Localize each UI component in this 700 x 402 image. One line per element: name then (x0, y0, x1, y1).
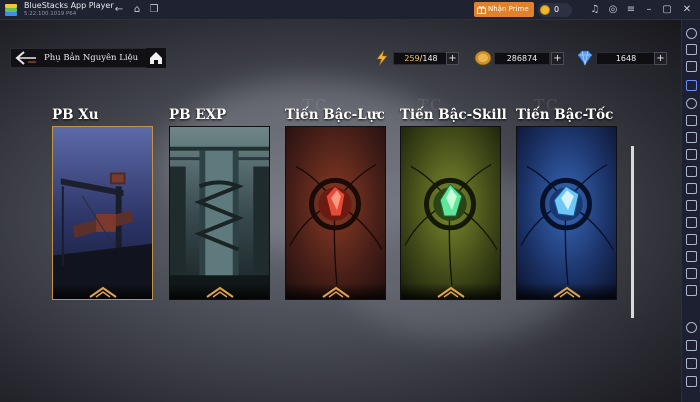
card-frame (52, 126, 153, 300)
card-art-tower (170, 127, 269, 299)
title-bar: BlueStacks App Player 5.22.100.1019 P64 … (0, 0, 700, 28)
dungeon-card-power[interactable]: TC Tiến Bậc-Lực (285, 96, 386, 300)
card-frame (400, 126, 501, 300)
lightning-icon (376, 49, 388, 67)
multi-instance-icon[interactable] (686, 217, 697, 228)
dungeon-card-coin[interactable]: PB Xu (52, 104, 153, 300)
media-folder-icon[interactable] (686, 166, 697, 177)
card-art-green-crystal (401, 127, 500, 299)
card-title: PB EXP (169, 107, 227, 123)
coin-balance[interactable]: 0 (538, 3, 572, 17)
coin-count: 0 (554, 5, 560, 14)
close-icon[interactable]: ✕ (678, 0, 696, 20)
sidebar-toggle-icon[interactable] (686, 61, 697, 72)
gift-icon (477, 6, 486, 14)
energy-current: 259 (404, 54, 420, 63)
chevron-up-icon (89, 286, 117, 298)
chevron-up-icon (437, 286, 465, 298)
sidebar-recent-icon[interactable] (686, 376, 697, 387)
home-button-icon[interactable] (146, 48, 166, 68)
energy-max: /148 (419, 54, 438, 63)
card-frame (285, 126, 386, 300)
coin-icon (540, 5, 550, 15)
card-art-red-crystal (286, 127, 385, 299)
sidebar-home-icon[interactable] (686, 358, 697, 369)
bluestacks-logo-icon (5, 4, 17, 16)
volume-icon[interactable] (686, 115, 697, 126)
settings-icon[interactable] (686, 44, 697, 55)
app-name: BlueStacks App Player (24, 1, 114, 10)
menu-icon[interactable]: ≡ (622, 0, 640, 20)
diamond-resource: 1648 + (576, 47, 668, 69)
card-title: Tiến Bậc-Tốc (516, 107, 614, 123)
chevron-up-icon (553, 286, 581, 298)
energy-resource: 259/148 + (373, 47, 459, 69)
sync-icon[interactable] (686, 98, 697, 109)
minimize-icon[interactable]: – (640, 0, 658, 20)
app-version: 5.22.100.1019 P64 (24, 11, 77, 17)
card-art-crane (53, 127, 152, 299)
dungeon-card-skill[interactable]: TC Tiến Bậc-Skill (400, 96, 507, 300)
game-screen: Phụ Bản Nguyên Liệu 259/148 + 286874 + 1… (0, 20, 681, 402)
gold-value: 286874 (506, 54, 538, 63)
card-title: Tiến Bậc-Skill (400, 107, 507, 123)
card-title: Tiến Bậc-Lực (285, 107, 385, 123)
card-frame (169, 126, 270, 300)
add-energy-button[interactable]: + (446, 52, 459, 65)
card-art-blue-crystal (517, 127, 616, 299)
game-controls-icon[interactable] (686, 80, 697, 91)
help-icon[interactable] (686, 28, 697, 39)
card-title: PB Xu (52, 107, 99, 123)
sidebar-back-icon[interactable] (686, 340, 697, 351)
back-nav-icon[interactable]: ← (112, 3, 126, 17)
dungeon-card-speed[interactable]: TC Tiến Bậc-Tốc (516, 96, 617, 300)
scroll-indicator[interactable] (631, 146, 634, 318)
account-icon[interactable]: ◎ (604, 0, 622, 20)
gold-resource: 286874 + (474, 47, 564, 69)
chevron-up-icon (322, 286, 350, 298)
eco-mode-icon[interactable] (686, 234, 697, 245)
diamond-value: 1648 (615, 54, 637, 63)
page-title: Phụ Bản Nguyên Liệu (44, 53, 139, 63)
back-button[interactable]: Phụ Bản Nguyên Liệu (10, 48, 166, 68)
sidebar-settings-icon[interactable] (686, 322, 697, 333)
diamond-icon (577, 50, 593, 66)
rotate-icon[interactable] (686, 251, 697, 262)
location-icon[interactable] (686, 285, 697, 296)
add-gold-button[interactable]: + (551, 52, 564, 65)
shake-icon[interactable] (686, 268, 697, 279)
screenshot-icon[interactable] (686, 149, 697, 160)
record-icon[interactable] (686, 183, 697, 194)
bluestacks-sidebar (681, 20, 700, 402)
back-arrow-icon (15, 51, 36, 65)
notification-icon[interactable]: ♫ (586, 0, 604, 20)
gold-coin-icon (474, 50, 492, 66)
home-nav-icon[interactable]: ⌂ (130, 3, 144, 17)
recent-apps-icon[interactable]: ❐ (147, 3, 161, 17)
get-prime-button[interactable]: Nhận Prime > (474, 2, 534, 28)
card-frame (516, 126, 617, 300)
apk-install-icon[interactable] (686, 132, 697, 143)
maximize-icon[interactable]: ▢ (658, 0, 676, 20)
chevron-up-icon (206, 286, 234, 298)
add-diamond-button[interactable]: + (654, 52, 667, 65)
macro-icon[interactable] (686, 200, 697, 211)
dungeon-card-exp[interactable]: PB EXP (169, 104, 270, 300)
